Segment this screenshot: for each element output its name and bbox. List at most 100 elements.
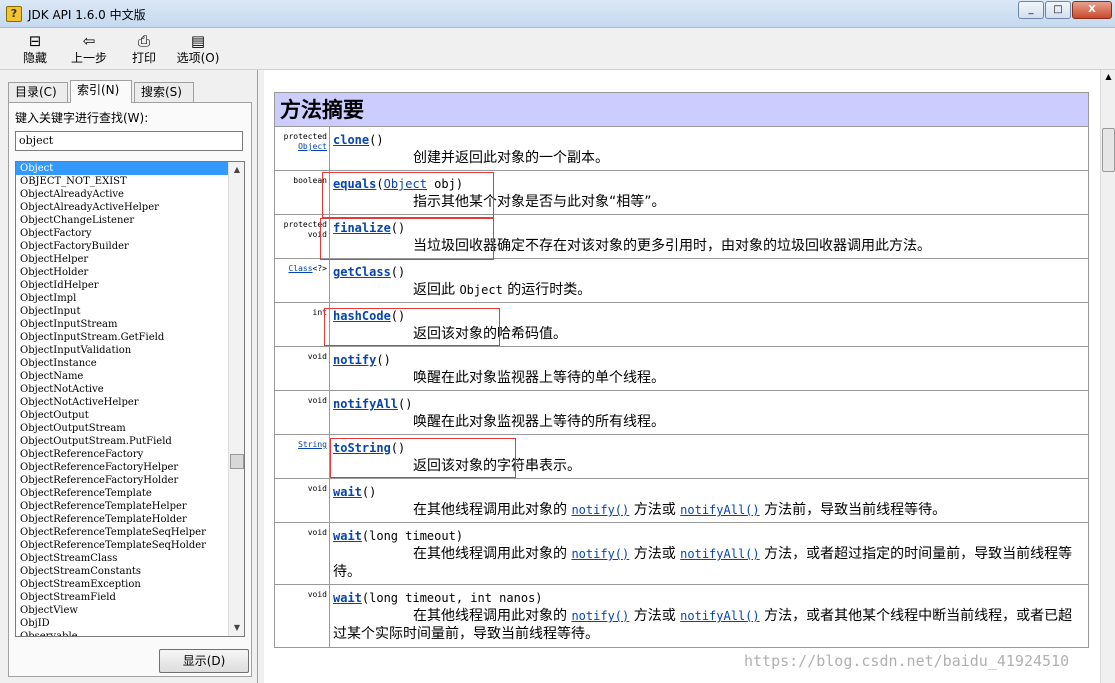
- list-item[interactable]: ObjectInputStream.GetField: [16, 331, 228, 344]
- list-item[interactable]: ObjectName: [16, 370, 228, 383]
- modifier-text: void: [307, 590, 327, 599]
- list-item[interactable]: ObjectReferenceTemplate: [16, 487, 228, 500]
- list-item[interactable]: ObjectReferenceTemplateHolder: [16, 513, 228, 526]
- notify-link[interactable]: notify(): [571, 547, 629, 561]
- modifier-cell: void: [275, 585, 330, 647]
- list-item[interactable]: ObjectReferenceTemplateSeqHolder: [16, 539, 228, 552]
- watermark: https://blog.csdn.net/baidu_41924510: [744, 652, 1070, 670]
- list-item[interactable]: ObjectReferenceFactoryHelper: [16, 461, 228, 474]
- list-item[interactable]: ObjectReferenceFactory: [16, 448, 228, 461]
- help-app-icon: ?: [6, 6, 22, 22]
- maximize-button[interactable]: □: [1045, 1, 1071, 19]
- list-item[interactable]: ObjectInput: [16, 305, 228, 318]
- list-item[interactable]: OBJECT_NOT_EXIST: [16, 175, 228, 188]
- list-scroll-thumb[interactable]: [230, 454, 244, 469]
- method-link[interactable]: clone: [333, 133, 369, 147]
- method-summary-title: 方法摘要: [275, 93, 1088, 127]
- return-type-link[interactable]: Class: [288, 264, 312, 273]
- notify-link[interactable]: notify(): [571, 609, 629, 623]
- equals-highlight-box: [322, 172, 494, 218]
- list-item[interactable]: ObjectReferenceFactoryHolder: [16, 474, 228, 487]
- list-item[interactable]: ObjectStreamField: [16, 591, 228, 604]
- modifier-cell: Class<?>: [275, 259, 330, 302]
- show-button[interactable]: 显示(D): [159, 649, 249, 673]
- navigation-pane: 目录(C) 索引(N) 搜索(S) 键入关键字进行查找(W): object O…: [0, 70, 258, 683]
- method-link[interactable]: notify: [333, 353, 376, 367]
- finalize-highlight-box: [320, 218, 494, 260]
- return-type-link[interactable]: String: [298, 440, 327, 449]
- keyword-input[interactable]: object: [15, 131, 243, 151]
- scroll-up-icon[interactable]: ▲: [229, 162, 244, 178]
- method-link[interactable]: notifyAll: [333, 397, 398, 411]
- hide-button[interactable]: ⊟ 隐藏: [8, 32, 62, 68]
- close-button[interactable]: X: [1072, 1, 1112, 19]
- list-item[interactable]: Object: [16, 162, 228, 175]
- content-scroll-thumb[interactable]: [1102, 128, 1115, 172]
- list-item[interactable]: ObjectReferenceTemplateHelper: [16, 500, 228, 513]
- notifyall-link[interactable]: notifyAll(): [680, 547, 759, 561]
- tab-contents[interactable]: 目录(C): [8, 82, 68, 102]
- return-type-link[interactable]: Object: [298, 142, 327, 151]
- modifier-cell: int: [275, 303, 330, 346]
- keyword-list[interactable]: Object OBJECT_NOT_EXIST ObjectAlreadyActiv…: [15, 161, 245, 637]
- scroll-up-icon[interactable]: ▲: [1101, 72, 1115, 81]
- list-item[interactable]: ObjectNotActiveHelper: [16, 396, 228, 409]
- desc-code: Object: [459, 283, 503, 297]
- list-item[interactable]: ObjectInstance: [16, 357, 228, 370]
- desc-part: 返回此: [413, 282, 460, 298]
- content-pane: 方法摘要 protected Object clone() 创建并返回此对象的一个…: [264, 70, 1100, 683]
- back-button[interactable]: ⇦ 上一步: [62, 32, 116, 68]
- list-item[interactable]: ObjID: [16, 617, 228, 630]
- notifyall-link[interactable]: notifyAll(): [680, 503, 759, 517]
- print-button[interactable]: ⎙ 打印: [117, 32, 171, 68]
- list-item[interactable]: Observable: [16, 630, 228, 636]
- tab-search[interactable]: 搜索(S): [134, 82, 194, 102]
- list-item[interactable]: ObjectHolder: [16, 266, 228, 279]
- content-scrollbar[interactable]: ▲: [1100, 70, 1115, 683]
- keyword-label: 键入关键字进行查找(W):: [15, 111, 149, 125]
- list-item[interactable]: ObjectChangeListener: [16, 214, 228, 227]
- list-item[interactable]: ObjectOutputStream: [16, 422, 228, 435]
- list-item[interactable]: ObjectStreamClass: [16, 552, 228, 565]
- list-item[interactable]: ObjectStreamException: [16, 578, 228, 591]
- list-item[interactable]: ObjectOutputStream.PutField: [16, 435, 228, 448]
- table-row: Class<?> getClass() 返回此 Object 的运行时类。: [275, 259, 1088, 303]
- method-signature: wait(long timeout, int nanos): [333, 591, 543, 605]
- method-link[interactable]: getClass: [333, 265, 391, 279]
- list-item[interactable]: ObjectHelper: [16, 253, 228, 266]
- method-link[interactable]: wait: [333, 529, 362, 543]
- hide-icon: ⊟: [28, 32, 42, 50]
- list-scrollbar[interactable]: ▲ ▼: [228, 162, 244, 636]
- list-item[interactable]: ObjectFactory: [16, 227, 228, 240]
- method-link[interactable]: wait: [333, 485, 362, 499]
- method-link[interactable]: wait: [333, 591, 362, 605]
- hide-label: 隐藏: [22, 51, 47, 65]
- list-item[interactable]: ObjectAlreadyActive: [16, 188, 228, 201]
- list-item[interactable]: ObjectIdHelper: [16, 279, 228, 292]
- options-icon: ▤: [190, 32, 206, 50]
- list-item[interactable]: ObjectInputValidation: [16, 344, 228, 357]
- list-item[interactable]: ObjectFactoryBuilder: [16, 240, 228, 253]
- list-item[interactable]: ObjectView: [16, 604, 228, 617]
- method-signature: wait(long timeout): [333, 529, 463, 543]
- index-panel: 键入关键字进行查找(W): object Object OBJECT_NOT_EX…: [8, 102, 252, 677]
- list-item[interactable]: ObjectReferenceTemplateSeqHelper: [16, 526, 228, 539]
- notify-link[interactable]: notify(): [571, 503, 629, 517]
- tostring-highlight-box: [330, 438, 516, 478]
- method-params: (): [361, 485, 377, 499]
- list-item[interactable]: ObjectInputStream: [16, 318, 228, 331]
- table-row: protected Object clone() 创建并返回此对象的一个副本。: [275, 127, 1088, 171]
- modifier-text: void: [307, 352, 327, 361]
- scroll-down-icon[interactable]: ▼: [229, 620, 244, 636]
- method-params: (): [390, 265, 406, 279]
- list-item[interactable]: ObjectImpl: [16, 292, 228, 305]
- minimize-button[interactable]: _: [1018, 1, 1044, 19]
- list-item[interactable]: ObjectNotActive: [16, 383, 228, 396]
- list-item[interactable]: ObjectAlreadyActiveHelper: [16, 201, 228, 214]
- notifyall-link[interactable]: notifyAll(): [680, 609, 759, 623]
- list-item[interactable]: ObjectStreamConstants: [16, 565, 228, 578]
- method-signature: clone(): [333, 133, 384, 147]
- list-item[interactable]: ObjectOutput: [16, 409, 228, 422]
- options-button[interactable]: ▤ 选项(O): [171, 32, 225, 68]
- tab-index[interactable]: 索引(N): [70, 80, 132, 103]
